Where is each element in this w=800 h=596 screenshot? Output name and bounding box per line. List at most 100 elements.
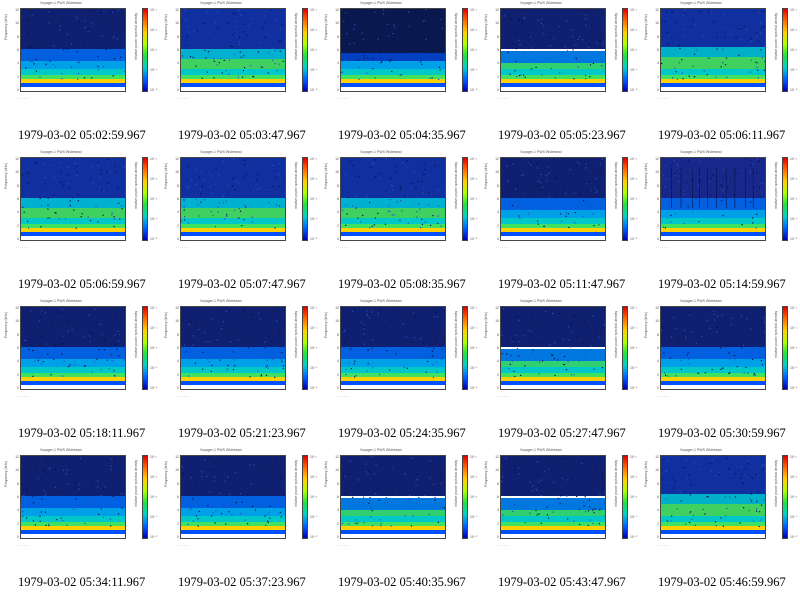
noise-speck — [529, 512, 531, 514]
noise-speck — [75, 227, 77, 229]
noise-speck — [32, 350, 34, 352]
spectrogram-band — [501, 218, 605, 224]
spectrogram-band — [21, 232, 125, 236]
y-axis-label: Frequency (kHz) — [4, 312, 8, 338]
noise-speck — [215, 183, 217, 185]
noise-speck — [579, 523, 581, 525]
noise-speck — [674, 21, 676, 23]
spectrogram-band — [181, 516, 285, 522]
colorbar-tick-label: 10⁻⁴ — [150, 217, 158, 221]
noise-speck — [763, 321, 765, 323]
noise-speck — [756, 500, 758, 503]
frame-timestamp: 1979-03-02 05:04:35.967 — [338, 128, 466, 142]
noise-speck — [540, 522, 542, 524]
x-axis-ticks: . . . . . . . . — [174, 245, 189, 249]
noise-speck — [37, 493, 39, 495]
noise-speck — [676, 163, 678, 165]
noise-speck — [761, 10, 763, 12]
y-tick-label: 4 — [657, 210, 659, 215]
noise-speck — [585, 24, 587, 26]
spectrogram-band — [341, 228, 445, 232]
noise-speck — [66, 34, 68, 36]
noise-speck — [59, 25, 62, 27]
noise-speck — [47, 12, 49, 14]
y-tick-label: 0 — [497, 236, 499, 241]
noise-speck — [695, 197, 697, 199]
noise-speck — [78, 488, 80, 490]
noise-speck — [722, 176, 724, 178]
colorbar-tick-label: 10⁻² — [790, 326, 797, 330]
noise-speck — [227, 185, 229, 187]
noise-speck — [689, 312, 691, 314]
noise-speck — [737, 27, 739, 30]
noise-speck — [702, 35, 704, 37]
noise-speck — [385, 158, 387, 160]
noise-speck — [556, 178, 558, 180]
spectrogram-band — [341, 79, 445, 83]
noise-speck — [751, 217, 754, 219]
spectrogram-band — [21, 496, 125, 508]
noise-speck — [582, 501, 585, 504]
noise-speck — [761, 182, 763, 184]
spectrogram-band — [181, 59, 285, 69]
noise-speck — [69, 200, 71, 202]
noise-speck — [22, 515, 24, 517]
noise-speck — [225, 310, 227, 312]
noise-speck — [549, 344, 551, 346]
colorbar — [462, 455, 468, 539]
noise-speck — [594, 368, 596, 370]
noise-speck — [587, 510, 590, 512]
noise-speck — [571, 29, 573, 31]
noise-speck — [692, 168, 694, 170]
noise-speck — [428, 174, 430, 176]
panel-title: Voyager-1 PWS Wideband — [520, 448, 562, 452]
noise-speck — [97, 69, 99, 71]
noise-speck — [559, 352, 561, 355]
noise-speck — [439, 476, 441, 478]
noise-speck — [368, 20, 370, 23]
noise-speck — [212, 512, 214, 514]
colorbar-tick-label: 10⁻⁴ — [470, 515, 478, 519]
noise-speck — [355, 30, 357, 32]
noise-speck — [217, 206, 219, 208]
noise-speck — [362, 502, 364, 504]
noise-speck — [429, 77, 431, 79]
noise-speck — [694, 53, 696, 55]
colorbar-label: relative power spectral density — [294, 161, 298, 209]
noise-speck — [592, 368, 595, 370]
noise-speck — [392, 189, 394, 191]
noise-speck — [588, 46, 590, 48]
noise-speck — [516, 75, 518, 78]
noise-speck — [377, 313, 379, 315]
noise-speck — [61, 353, 63, 355]
noise-speck — [226, 369, 228, 372]
noise-speck — [695, 343, 697, 345]
noise-speck — [35, 59, 37, 61]
spectrogram-panel: Voyager-1 PWS Wideband Frequency (kHz) 12 1… — [320, 447, 480, 567]
noise-speck — [80, 357, 82, 359]
noise-speck — [750, 328, 752, 330]
noise-speck — [277, 174, 280, 176]
y-axis-ticks: 12 10 8 6 4 2 0 — [12, 8, 19, 92]
noise-speck — [355, 195, 358, 197]
noise-speck — [350, 368, 352, 370]
noise-speck — [570, 174, 572, 177]
noise-speck — [114, 165, 116, 167]
noise-speck — [547, 468, 550, 470]
y-axis-label: Frequency (kHz) — [164, 312, 168, 338]
noise-speck — [690, 511, 692, 513]
y-axis-ticks: 12 10 8 6 4 2 0 — [12, 157, 19, 241]
spectrogram-panel: Voyager-1 PWS Wideband Frequency (kHz) 12 1… — [480, 0, 640, 120]
noise-speck — [49, 60, 51, 62]
colorbar-tick-label: 10⁻² — [310, 28, 317, 32]
noise-speck — [392, 33, 394, 35]
noise-speck — [578, 508, 580, 511]
spectrogram-plot — [340, 306, 446, 390]
noise-speck — [238, 217, 240, 219]
spectrogram-plot — [180, 157, 286, 241]
spectrogram-band — [661, 456, 765, 494]
noise-speck — [714, 456, 716, 459]
noise-speck — [109, 171, 111, 173]
noise-speck — [596, 470, 598, 472]
noise-speck — [751, 39, 753, 42]
